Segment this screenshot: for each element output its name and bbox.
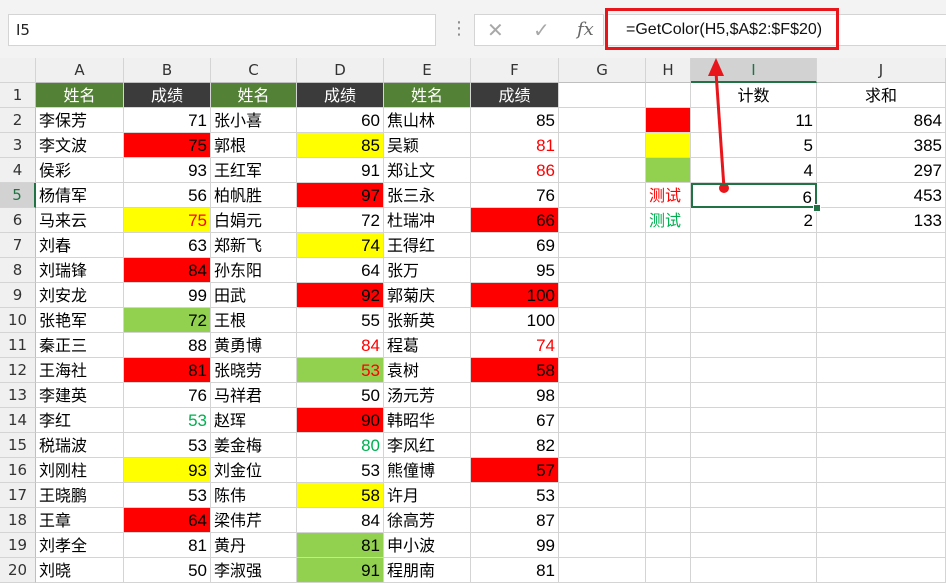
fill-handle[interactable] <box>813 204 821 212</box>
annotation-arrowhead <box>708 58 724 76</box>
annotation-overlay <box>708 58 729 193</box>
cell-i5[interactable]: 6 <box>691 183 817 208</box>
annotation-arrow <box>714 71 726 189</box>
